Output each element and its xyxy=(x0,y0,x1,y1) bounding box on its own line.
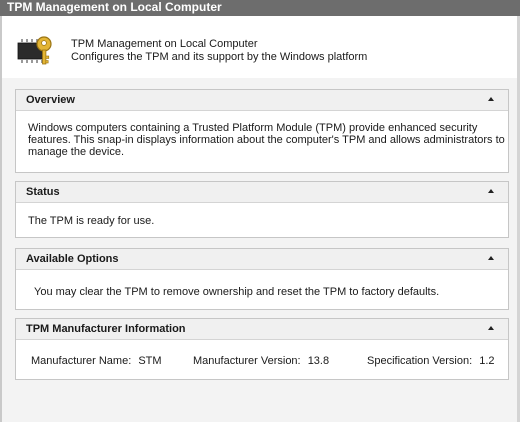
available-options-panel-header[interactable]: Available Options xyxy=(16,249,508,270)
collapse-arrow-icon[interactable] xyxy=(488,189,494,193)
manufacturer-version-value: 13.8 xyxy=(307,355,330,367)
collapse-arrow-icon[interactable] xyxy=(488,256,494,260)
manufacturer-info-panel-title: TPM Manufacturer Information xyxy=(26,323,186,335)
available-options-text: You may clear the TPM to remove ownershi… xyxy=(34,286,440,298)
status-text: The TPM is ready for use. xyxy=(28,215,155,227)
overview-panel-title: Overview xyxy=(26,94,75,106)
specification-version-value: 1.2 xyxy=(479,355,495,367)
status-panel: Status The TPM is ready for use. xyxy=(15,181,509,238)
manufacturer-version-field: Manufacturer Version: 13.8 xyxy=(193,355,329,367)
manufacturer-info-panel-header[interactable]: TPM Manufacturer Information xyxy=(16,319,508,340)
manufacturer-name-field: Manufacturer Name: STM xyxy=(31,355,162,367)
tpm-chip-key-icon xyxy=(17,36,52,65)
manufacturer-version-label: Manufacturer Version: xyxy=(193,355,301,367)
available-options-panel-title: Available Options xyxy=(26,253,119,265)
snapin-header: TPM Management on Local Computer Configu… xyxy=(2,16,517,78)
header-title: TPM Management on Local Computer xyxy=(71,38,258,50)
overview-text: Windows computers containing a Trusted P… xyxy=(28,122,505,158)
collapse-arrow-icon[interactable] xyxy=(488,326,494,330)
available-options-panel: Available Options You may clear the TPM … xyxy=(15,248,509,310)
collapse-arrow-icon[interactable] xyxy=(488,97,494,101)
window-title: TPM Management on Local Computer xyxy=(0,0,520,16)
header-subtitle: Configures the TPM and its support by th… xyxy=(71,51,368,63)
specification-version-label: Specification Version: xyxy=(367,355,473,367)
manufacturer-name-value: STM xyxy=(138,355,162,367)
status-panel-title: Status xyxy=(26,186,60,198)
manufacturer-info-panel: TPM Manufacturer Information Manufacture… xyxy=(15,318,509,380)
specification-version-field: Specification Version: 1.2 xyxy=(367,355,495,367)
status-panel-header[interactable]: Status xyxy=(16,182,508,203)
overview-panel-header[interactable]: Overview xyxy=(16,90,508,111)
manufacturer-name-label: Manufacturer Name: xyxy=(31,355,132,367)
overview-panel: Overview Windows computers containing a … xyxy=(15,89,509,173)
